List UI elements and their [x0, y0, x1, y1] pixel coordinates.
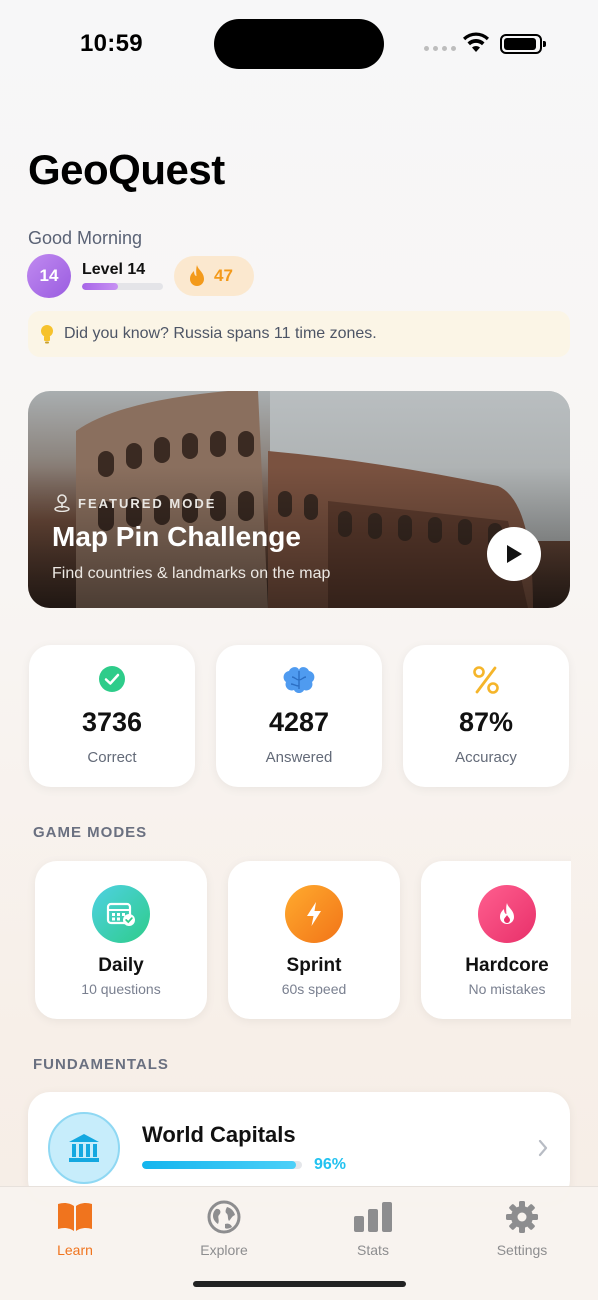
brain-icon [283, 667, 315, 693]
bar-chart-icon [354, 1202, 392, 1232]
featured-mode-card[interactable]: FEATURED MODE Map Pin Challenge Find cou… [28, 391, 570, 608]
status-time: 10:59 [80, 30, 143, 57]
mode-card-hardcore[interactable]: Hardcore No mistakes [421, 861, 571, 1019]
tip-banner: Did you know? Russia spans 11 time zones… [28, 311, 570, 357]
play-button[interactable] [487, 527, 541, 581]
bank-icon [69, 1134, 99, 1162]
featured-title: Map Pin Challenge [52, 521, 301, 552]
mode-name: Hardcore [465, 955, 549, 976]
fundamental-progress-text: 96% [314, 1156, 347, 1173]
fundamental-title: World Capitals [142, 1122, 296, 1147]
calendar-icon [106, 902, 135, 926]
tab-label: Stats [357, 1242, 389, 1258]
tab-label: Explore [200, 1242, 248, 1258]
section-title-game-modes: GAME MODES [33, 824, 148, 841]
level-progress-fill [82, 283, 119, 290]
level-badge[interactable]: 14 [27, 254, 71, 298]
level-label: Level 14 [82, 261, 146, 278]
mode-name: Daily [98, 955, 144, 976]
mode-card-daily[interactable]: Daily 10 questions [35, 861, 207, 1019]
flame-icon [500, 903, 514, 924]
play-icon [507, 545, 522, 563]
tab-stats[interactable]: Stats [323, 1199, 423, 1258]
stat-value: 87% [458, 707, 514, 737]
stat-card-answered: 4287 Answered [216, 645, 382, 787]
stat-label: Correct [87, 749, 137, 766]
status-bar: 10:59 [0, 0, 598, 90]
lightbulb-icon [41, 325, 53, 344]
flame-icon [190, 265, 204, 286]
featured-tag-label: FEATURED MODE [78, 495, 217, 511]
stat-card-correct: 3736 Correct [29, 645, 195, 787]
percent-icon [473, 666, 499, 694]
dynamic-island [214, 19, 384, 69]
level-progress-bar [82, 283, 163, 290]
cellular-signal-icon [424, 46, 456, 51]
mode-card-sprint[interactable]: Sprint 60s speed [228, 861, 400, 1019]
streak-count: 47 [214, 266, 233, 285]
mode-subtitle: 60s speed [281, 981, 347, 997]
stat-label: Accuracy [455, 749, 517, 766]
stat-card-accuracy: 87% Accuracy [403, 645, 569, 787]
check-circle-icon [99, 666, 125, 692]
mode-subtitle: 10 questions [81, 981, 161, 997]
tab-label: Learn [57, 1242, 93, 1258]
tab-label: Settings [496, 1242, 548, 1258]
chevron-right-icon [538, 1139, 548, 1157]
tab-explore[interactable]: Explore [174, 1199, 274, 1258]
globe-icon [207, 1200, 241, 1234]
gear-icon [506, 1201, 538, 1233]
tab-learn[interactable]: Learn [25, 1199, 125, 1258]
mode-name: Sprint [286, 955, 342, 976]
mode-subtitle: No mistakes [468, 981, 546, 997]
wifi-icon [463, 32, 489, 52]
featured-tag: FEATURED MODE [54, 494, 216, 512]
fundamental-progress-fill [142, 1161, 296, 1169]
map-pin-icon [54, 494, 70, 512]
greeting-text: Good Morning [28, 228, 143, 248]
section-title-fundamentals: FUNDAMENTALS [33, 1056, 169, 1073]
home-indicator[interactable] [193, 1281, 406, 1287]
fundamental-progress-bar [142, 1161, 302, 1169]
stat-value: 3736 [81, 707, 143, 737]
featured-subtitle: Find countries & landmarks on the map [52, 565, 331, 582]
stat-label: Answered [265, 749, 333, 766]
tip-text: Did you know? Russia spans 11 time zones… [64, 325, 377, 342]
tab-settings[interactable]: Settings [472, 1199, 572, 1258]
game-modes-carousel[interactable]: Daily 10 questions Sprint 60s speed Hard… [0, 850, 571, 1030]
page-title: GeoQuest [28, 146, 225, 193]
book-icon [58, 1202, 92, 1231]
stat-value: 4287 [268, 707, 330, 737]
lightning-icon [307, 902, 321, 926]
battery-icon [500, 34, 546, 54]
streak-pill[interactable]: 47 [174, 256, 254, 296]
